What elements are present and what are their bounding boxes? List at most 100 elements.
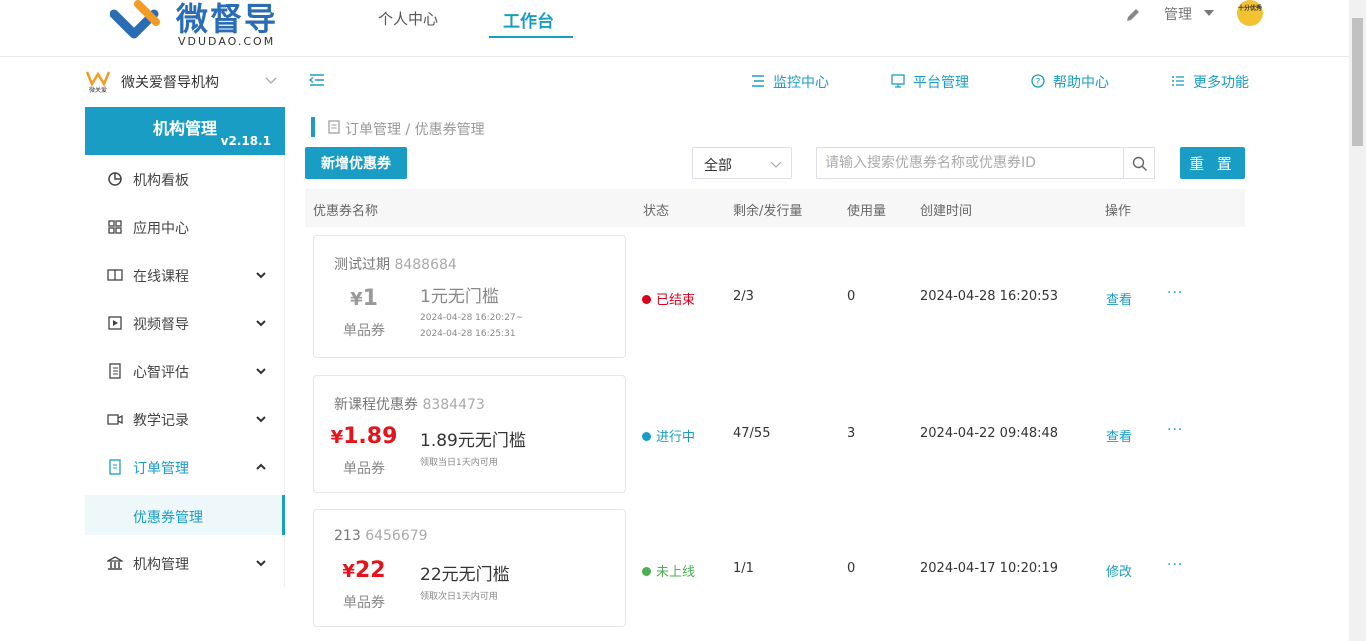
coupon-condition: 22元无门槛	[420, 565, 510, 585]
coupon-name: 213 6456679	[334, 528, 428, 544]
play-icon	[108, 316, 122, 330]
status-dot	[642, 432, 651, 441]
sidebar-item-dashboard[interactable]: 机构看板	[85, 155, 285, 203]
chevron-down-icon	[256, 320, 266, 327]
used-count: 0	[847, 289, 856, 304]
avatar-text: 十分优秀	[1237, 5, 1262, 12]
chevron-up-icon	[256, 463, 266, 470]
chevron-down-icon	[256, 416, 266, 423]
search-input[interactable]	[816, 147, 1124, 179]
coupon-name: 新课程优惠券 8384473	[334, 394, 485, 414]
status-select[interactable]: 全部	[692, 147, 792, 179]
sidebar-item-order-management[interactable]: 订单管理	[85, 443, 285, 491]
pencil-icon[interactable]	[1124, 6, 1142, 24]
coupon-id: 6456679	[365, 528, 428, 544]
sidebar-item-label: 教学记录	[133, 413, 189, 429]
logo-mark-icon	[110, 0, 160, 39]
org-logo-text: 微关爱	[89, 86, 107, 94]
price-value: 1.89	[343, 424, 398, 449]
chevron-down-icon	[770, 161, 782, 168]
sidebar-item-mental-assessment[interactable]: 心智评估	[85, 347, 285, 395]
sidebar-item-institution-management[interactable]: 机构管理	[85, 539, 285, 587]
brand-logo[interactable]: 微督导 VDUDAO.COM	[110, 0, 290, 50]
sidebar-subitem-label: 优惠券管理	[133, 510, 203, 526]
status-dot	[642, 567, 651, 576]
created-time: 2024-04-17 10:20:19	[920, 561, 1059, 576]
remaining-count: 1/1	[733, 561, 754, 576]
coupon-name: 测试过期 8488684	[334, 254, 457, 274]
created-time: 2024-04-28 16:20:53	[920, 289, 1059, 304]
column-header-created: 创建时间	[920, 204, 973, 219]
sidebar-item-teaching-records[interactable]: 教学记录	[85, 395, 285, 443]
brand-subtitle: VDUDAO.COM	[178, 35, 276, 48]
coupon-name-text: 213	[334, 528, 361, 544]
view-link[interactable]: 查看	[1106, 426, 1132, 445]
tab-workbench[interactable]: 工作台	[503, 7, 554, 32]
coupon-condition: 1.89元无门槛	[420, 431, 526, 451]
avatar[interactable]: 十分优秀	[1237, 0, 1263, 26]
sidebar-item-online-courses[interactable]: 在线课程	[85, 251, 285, 299]
list-icon	[1172, 76, 1184, 86]
created-time: 2024-04-22 09:48:48	[920, 426, 1059, 441]
brand-name: 微督导	[176, 0, 279, 38]
coupon-condition: 1元无门槛	[420, 287, 499, 307]
sidebar-item-label: 机构看板	[133, 173, 189, 189]
receipt-icon	[109, 459, 121, 475]
coupon-type: 单品券	[343, 595, 385, 611]
caret-down-icon[interactable]	[1204, 10, 1214, 16]
column-header-name: 优惠券名称	[313, 204, 379, 219]
sidebar-item-video-supervision[interactable]: 视频督导	[85, 299, 285, 347]
status-badge: 已结束	[642, 289, 695, 308]
more-actions-icon[interactable]: ···	[1167, 422, 1183, 438]
edit-link[interactable]: 修改	[1106, 561, 1132, 580]
tab-personal-center[interactable]: 个人中心	[378, 8, 438, 29]
view-link[interactable]: 查看	[1106, 289, 1132, 308]
status-text: 已结束	[656, 293, 696, 308]
remaining-count: 2/3	[733, 289, 754, 304]
coupon-name-text: 测试过期	[334, 257, 390, 273]
coupon-type: 单品券	[343, 323, 385, 339]
used-count: 3	[847, 426, 856, 441]
monitor-list-icon	[752, 75, 764, 87]
more-actions-icon[interactable]: ···	[1167, 285, 1183, 301]
search-icon	[1132, 156, 1148, 172]
org-switcher[interactable]: 微关爱 微关爱督导机构	[85, 66, 285, 96]
desktop-icon	[891, 74, 905, 88]
breadcrumb-accent-bar	[311, 117, 315, 137]
coupon-validity: 领取次日1天内可用	[420, 592, 498, 602]
column-header-used: 使用量	[847, 204, 887, 219]
chevron-down-icon[interactable]	[265, 74, 277, 86]
sidebar-item-label: 在线课程	[133, 269, 189, 285]
top-header: 微督导 VDUDAO.COM 个人中心 工作台 管理 十分优秀	[0, 0, 1349, 57]
video-camera-icon	[107, 414, 123, 425]
remaining-count: 47/55	[733, 426, 771, 441]
coupon-name-text: 新课程优惠券	[334, 397, 418, 413]
sidebar-subitem-coupon-management[interactable]: 优惠券管理	[85, 495, 285, 535]
reset-button[interactable]: 重 置	[1180, 147, 1245, 179]
collapse-menu-icon[interactable]	[309, 72, 325, 88]
coupon-card: 213 6456679 ¥22 单品券 22元无门槛 领取次日1天内可用	[313, 509, 626, 627]
version-badge: v2.18.1	[220, 134, 271, 148]
document-icon	[109, 363, 121, 379]
coupon-price: ¥1	[314, 286, 414, 311]
active-tab-indicator	[489, 36, 573, 38]
coupon-card: 测试过期 8488684 ¥1 单品券 1元无门槛 2024-04-28 16:…	[313, 235, 626, 358]
currency-symbol: ¥	[342, 561, 355, 582]
sidebar-item-app-center[interactable]: 应用中心	[85, 203, 285, 251]
help-circle-icon: ?	[1031, 74, 1045, 88]
admin-menu[interactable]: 管理	[1164, 4, 1192, 24]
coupon-validity-end: 2024-04-28 16:25:31	[420, 329, 516, 339]
more-actions-icon[interactable]: ···	[1167, 557, 1183, 573]
page-scrollbar[interactable]	[1349, 0, 1366, 641]
column-header-remaining: 剩余/发行量	[733, 204, 803, 219]
price-value: 22	[354, 558, 386, 583]
used-count: 0	[847, 561, 856, 576]
breadcrumb-text: 订单管理 / 优惠券管理	[345, 122, 485, 138]
coupon-price: ¥22	[314, 558, 414, 583]
add-coupon-button[interactable]: 新增优惠券	[305, 147, 407, 179]
search-button[interactable]	[1123, 147, 1155, 179]
scrollbar-thumb[interactable]	[1352, 18, 1363, 146]
org-logo-icon: 微关爱	[85, 71, 111, 94]
tool-link-label: 平台管理	[913, 75, 969, 91]
coupon-price: ¥1.89	[314, 424, 414, 449]
